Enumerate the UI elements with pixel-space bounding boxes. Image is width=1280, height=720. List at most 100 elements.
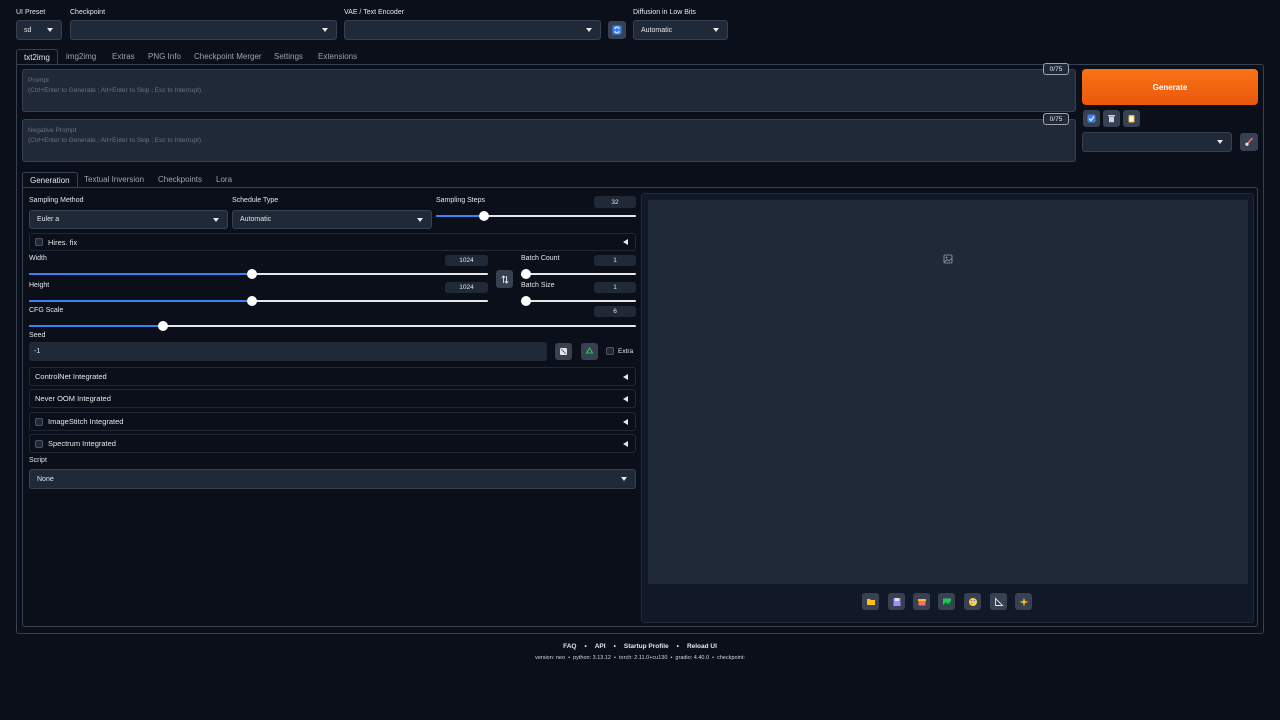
zip-button[interactable]	[913, 593, 930, 610]
clear-prompt-button[interactable]	[1103, 110, 1120, 127]
width-label: Width	[29, 255, 47, 262]
slider-fill	[436, 215, 484, 217]
slider-fill	[29, 273, 252, 275]
slider-thumb[interactable]	[521, 296, 531, 306]
footer-startup-profile-link[interactable]: Startup Profile	[624, 643, 669, 650]
spectrum-label: Spectrum Integrated	[48, 439, 116, 448]
batch-size-slider[interactable]	[521, 296, 636, 306]
vae-dropdown[interactable]	[344, 20, 601, 40]
send-to-img2img-button[interactable]	[938, 593, 955, 610]
sparkles-icon	[1019, 597, 1028, 606]
refresh-button[interactable]	[608, 21, 626, 39]
sampling-steps-label: Sampling Steps	[436, 197, 486, 204]
edit-styles-button[interactable]	[1240, 133, 1258, 151]
seed-input[interactable]: -1	[29, 342, 547, 361]
tab-extensions[interactable]: Extensions	[318, 49, 357, 64]
slider-thumb[interactable]	[246, 269, 257, 279]
footer-reload-ui-link[interactable]: Reload UI	[687, 643, 717, 650]
footer-api-link[interactable]: API	[595, 643, 606, 650]
chevron-down-icon	[1217, 140, 1223, 144]
width-slider[interactable]	[29, 269, 488, 279]
diffusion-label: Diffusion in Low Bits	[633, 9, 696, 16]
tab-txt2img[interactable]: txt2img	[16, 49, 58, 64]
tab-textual-inversion[interactable]: Textual Inversion	[84, 172, 144, 187]
script-dropdown[interactable]: None	[29, 469, 636, 489]
clipboard-icon	[1128, 115, 1135, 123]
cfg-scale-input[interactable]: 6	[594, 306, 636, 317]
swap-dimensions-button[interactable]	[496, 270, 513, 288]
random-seed-button[interactable]	[555, 343, 572, 360]
save-icon	[893, 597, 900, 606]
send-to-extras-button[interactable]	[990, 593, 1007, 610]
sampling-method-value: Euler a	[37, 216, 60, 223]
open-folder-button[interactable]	[862, 593, 879, 610]
trash-icon	[1108, 115, 1115, 123]
sampling-steps-slider[interactable]	[436, 211, 636, 221]
width-input[interactable]: 1024	[445, 255, 488, 266]
vae-label: VAE / Text Encoder	[344, 9, 405, 16]
send-to-inpaint-button[interactable]	[964, 593, 981, 610]
chevron-down-icon	[213, 217, 219, 222]
sub-tabs: Generation Textual Inversion Checkpoints…	[22, 172, 1258, 188]
slider-thumb[interactable]	[246, 296, 257, 306]
generate-button[interactable]: Generate	[1082, 69, 1258, 105]
tab-png-info[interactable]: PNG Info	[148, 49, 181, 64]
slider-thumb[interactable]	[479, 211, 489, 221]
save-button[interactable]	[888, 593, 905, 610]
tab-checkpoint-merger[interactable]: Checkpoint Merger	[194, 49, 262, 64]
sampling-steps-input[interactable]: 32	[594, 196, 636, 208]
spectrum-accordion[interactable]: Spectrum Integrated	[29, 434, 636, 453]
schedule-type-dropdown[interactable]: Automatic	[232, 210, 432, 229]
cfg-scale-slider[interactable]	[29, 321, 636, 331]
batch-count-slider[interactable]	[521, 269, 636, 279]
never-oom-accordion[interactable]: Never OOM Integrated	[29, 389, 636, 408]
extra-seed-label: Extra	[618, 348, 634, 355]
sampling-method-dropdown[interactable]: Euler a	[29, 210, 228, 229]
prompt-token-counter: 0/75	[1043, 63, 1069, 75]
chevron-down-icon	[322, 28, 328, 32]
read-params-button[interactable]	[1123, 110, 1140, 127]
negative-prompt-hint: (Ctrl+Enter to Generate ; Alt+Enter to S…	[28, 137, 202, 144]
upscale-button[interactable]	[1015, 593, 1032, 610]
batch-size-input[interactable]: 1	[594, 282, 636, 293]
hires-fix-checkbox[interactable]	[35, 238, 43, 246]
reuse-seed-button[interactable]	[581, 343, 598, 360]
collapse-arrow-icon	[623, 239, 628, 245]
imagestitch-accordion[interactable]: ImageStitch Integrated	[29, 412, 636, 431]
ui-preset-value: sd	[24, 26, 32, 34]
schedule-type-label: Schedule Type	[232, 197, 279, 204]
batch-count-input[interactable]: 1	[594, 255, 636, 266]
tab-checkpoints[interactable]: Checkpoints	[158, 172, 202, 187]
height-input[interactable]: 1024	[445, 282, 488, 293]
never-oom-label: Never OOM Integrated	[35, 394, 111, 403]
recycle-icon	[585, 347, 594, 354]
prompt-textarea[interactable]: Prompt (Ctrl+Enter to Generate ; Alt+Ent…	[22, 69, 1076, 112]
extra-seed-checkbox[interactable]	[606, 347, 614, 355]
tab-generation[interactable]: Generation	[22, 172, 78, 187]
checkpoint-dropdown[interactable]	[70, 20, 337, 40]
seed-label: Seed	[29, 332, 46, 339]
tab-settings[interactable]: Settings	[274, 49, 303, 64]
height-slider[interactable]	[29, 296, 488, 306]
footer-faq-link[interactable]: FAQ	[563, 643, 576, 650]
hires-fix-accordion[interactable]: Hires. fix	[29, 233, 636, 251]
spectrum-checkbox[interactable]	[35, 439, 43, 448]
ui-preset-dropdown[interactable]: sd	[16, 20, 62, 40]
chevron-down-icon	[47, 28, 53, 32]
tab-extras[interactable]: Extras	[112, 49, 135, 64]
styles-dropdown[interactable]	[1082, 132, 1232, 152]
tab-lora[interactable]: Lora	[216, 172, 232, 187]
imagestitch-checkbox[interactable]	[35, 417, 43, 426]
brush-icon	[1245, 137, 1254, 146]
chevron-down-icon	[417, 217, 423, 222]
slider-thumb[interactable]	[521, 269, 531, 279]
slider-fill	[29, 325, 163, 327]
swap-arrows-icon	[500, 274, 509, 284]
diffusion-dropdown[interactable]: Automatic	[633, 20, 728, 40]
tab-img2img[interactable]: img2img	[66, 49, 96, 64]
controlnet-accordion[interactable]: ControlNet Integrated	[29, 367, 636, 386]
apply-styles-button[interactable]	[1083, 110, 1100, 127]
negative-prompt-textarea[interactable]: Negative Prompt (Ctrl+Enter to Generate …	[22, 119, 1076, 162]
slider-thumb[interactable]	[157, 321, 168, 331]
ui-preset-label: UI Preset	[16, 9, 46, 16]
